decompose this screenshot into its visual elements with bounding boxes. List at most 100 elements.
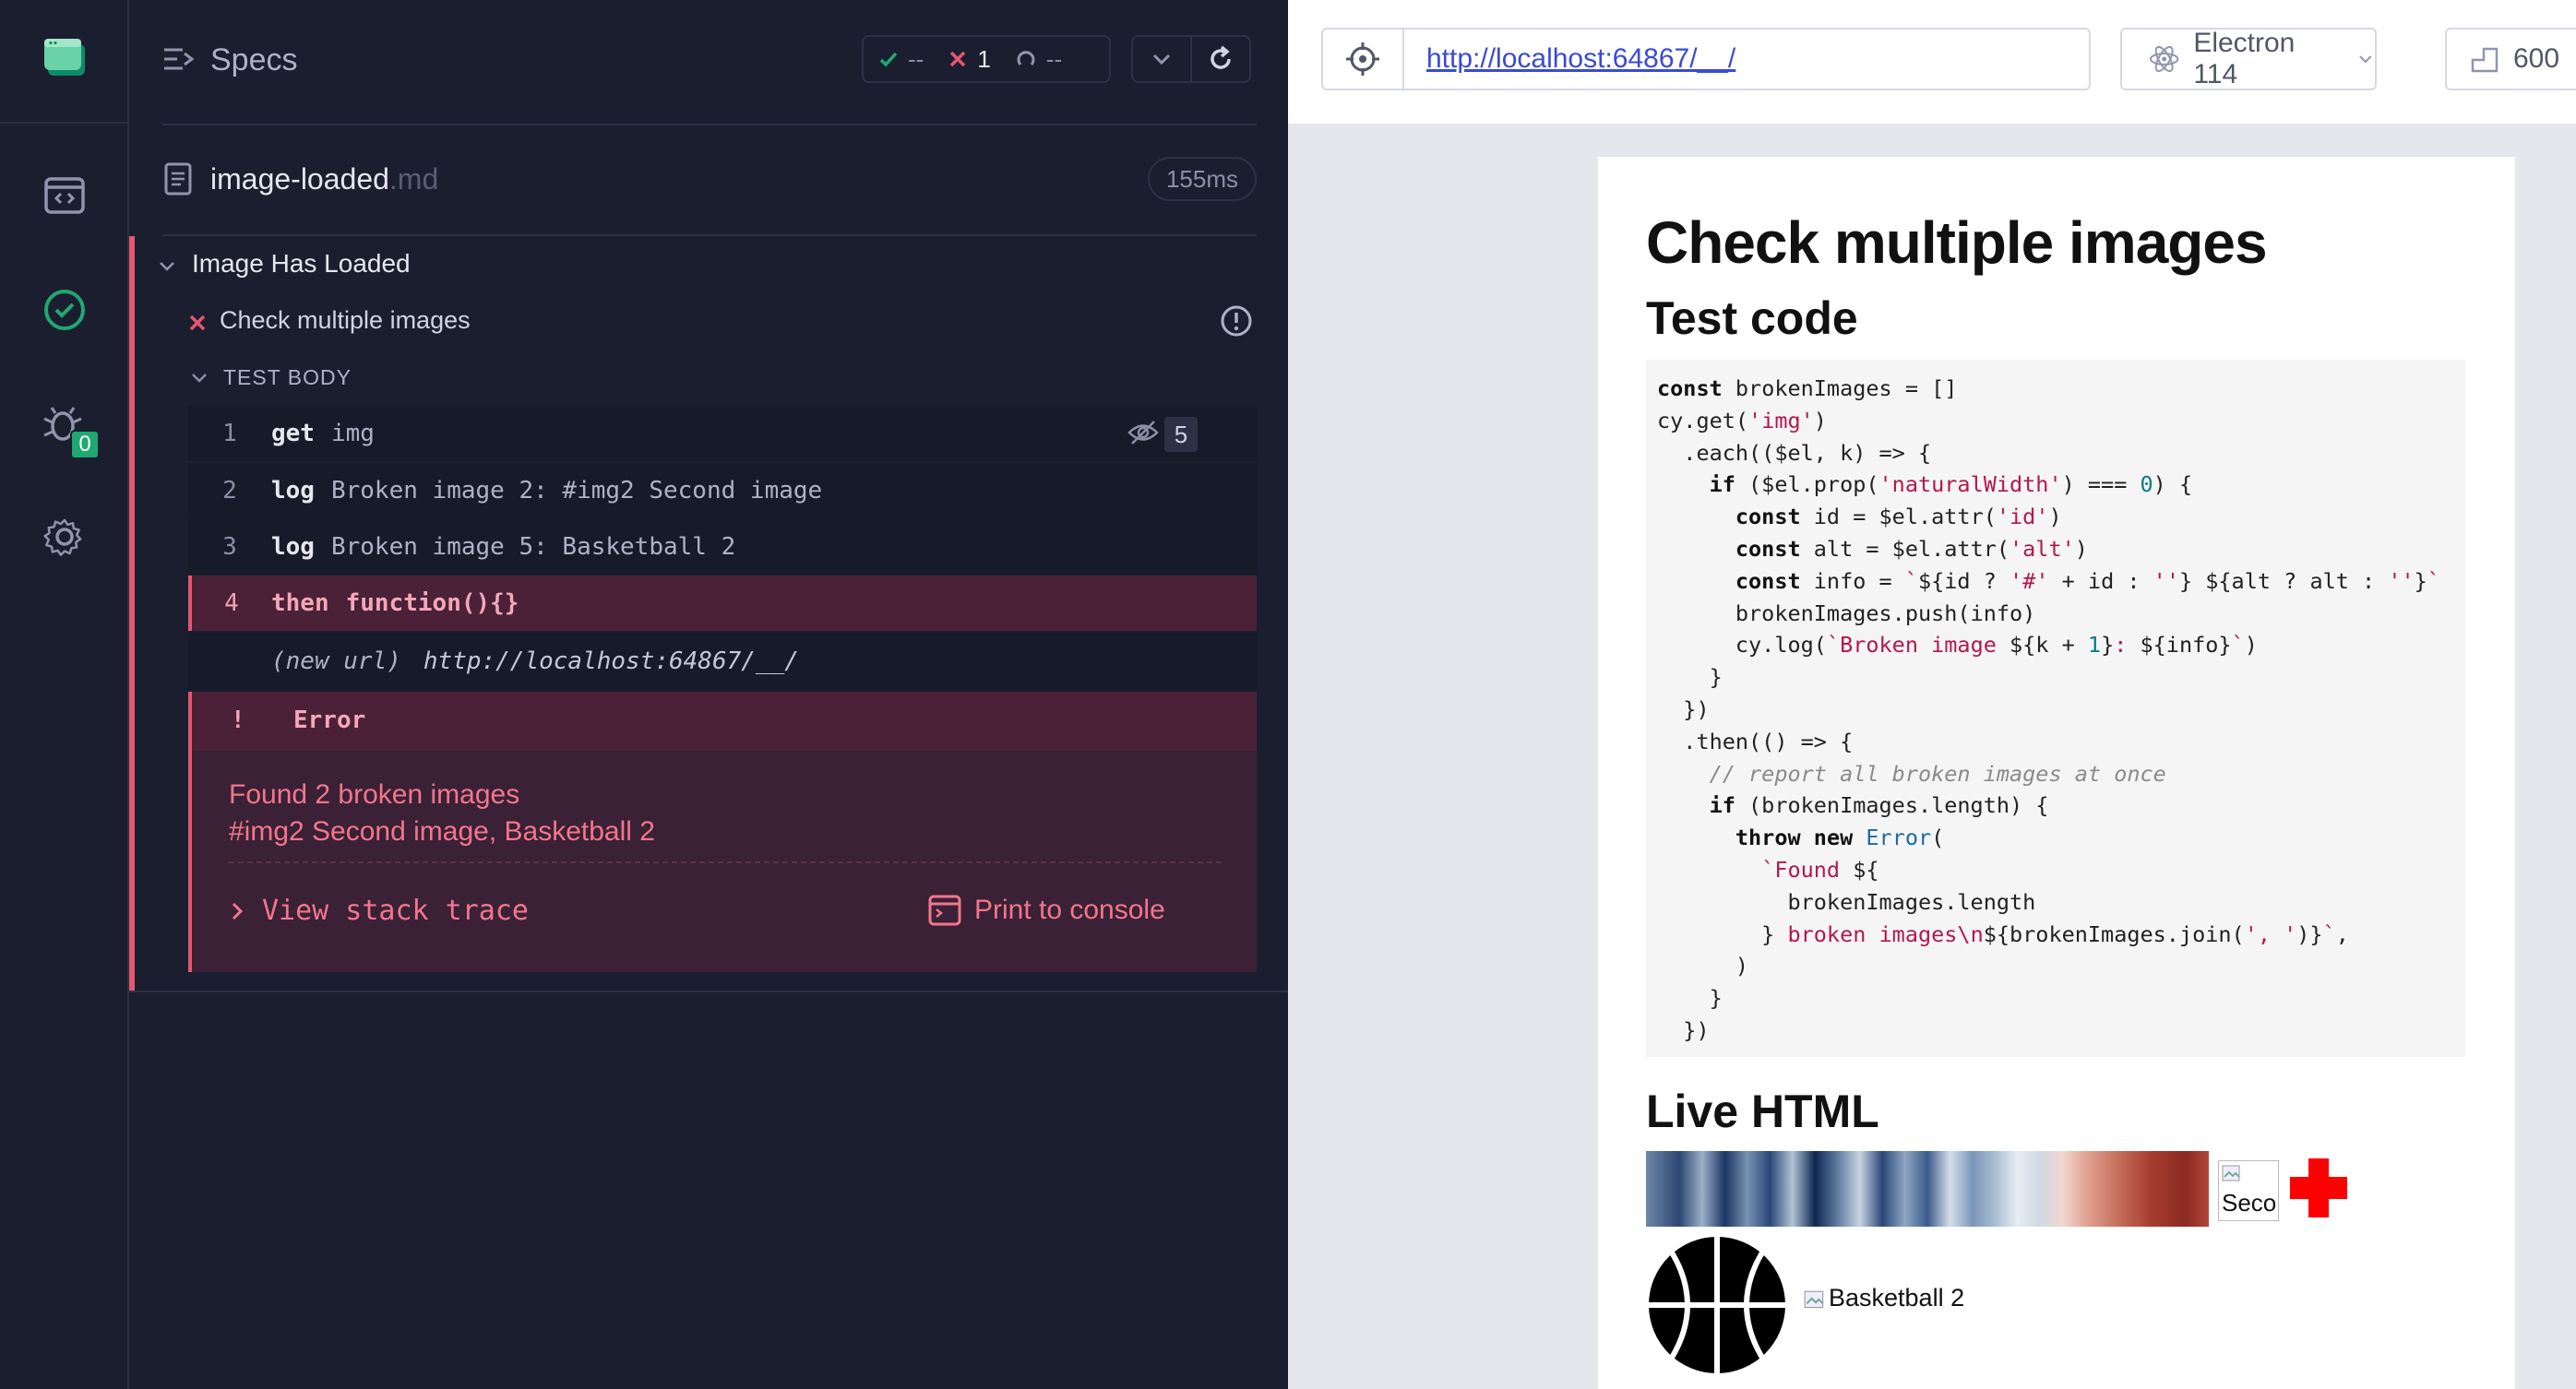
runnables-bottom-border — [129, 991, 1288, 992]
error-alert-icon[interactable] — [1218, 303, 1255, 339]
view-stack-trace-label: View stack trace — [262, 895, 529, 927]
suite-title[interactable]: Image Has Loaded — [192, 249, 411, 279]
chevron-down-icon — [1152, 53, 1171, 65]
pending-spinner-icon — [1017, 51, 1035, 65]
basketball-2-alt: Basketball 2 — [1829, 1284, 1965, 1312]
pending-count: -- — [1045, 44, 1063, 73]
broken-image-icon — [1804, 1290, 1824, 1309]
aut-header: http://localhost:64867/__/ Electron 114 … — [1288, 0, 2576, 124]
test-code-heading: Test code — [1646, 292, 1858, 344]
runnables: Image Has Loaded Check multiple images T… — [129, 236, 1288, 992]
broken-image-placeholder: Seco — [2218, 1160, 2279, 1221]
chevron-right-icon — [232, 902, 244, 920]
spec-duration: 155ms — [1148, 157, 1257, 201]
viewport-info[interactable]: 600 — [2445, 28, 2576, 90]
refresh-icon — [1210, 45, 1231, 69]
specs-title[interactable]: Specs — [210, 42, 298, 78]
gear-icon — [43, 518, 82, 556]
spec-ext: .md — [388, 162, 439, 196]
browser-select[interactable]: Electron 114 — [2120, 28, 2377, 90]
url-bar[interactable]: http://localhost:64867/__/ — [1321, 28, 2091, 90]
error-line-1: Found 2 broken images — [229, 779, 520, 810]
reporter-panel: Specs -- 1 -- image-loaded.md 155ms Imag… — [129, 0, 1288, 1389]
app-under-test: http://localhost:64867/__/ Electron 114 … — [1288, 0, 2576, 1389]
warming-stripes-image — [1646, 1151, 2209, 1227]
failed-count: 1 — [977, 44, 991, 73]
command-number: 3 — [222, 533, 237, 561]
new-url-row[interactable]: (new url) http://localhost:64867/__/ — [188, 633, 1257, 690]
ruler-icon — [2471, 47, 2498, 73]
debug-nav-button[interactable]: 0 — [35, 395, 100, 459]
chevron-down-icon[interactable] — [157, 256, 177, 277]
command-name: get — [271, 420, 315, 447]
command-message: img — [330, 420, 375, 447]
test-body-label[interactable]: TEST BODY — [223, 365, 352, 390]
aut-url[interactable]: http://localhost:64867/__/ — [1426, 43, 1735, 75]
document-icon — [164, 162, 192, 196]
error-title: Error — [293, 706, 366, 734]
passed-stat: -- — [878, 45, 924, 74]
command-message: Broken image 5: Basketball 2 — [330, 533, 736, 561]
command-name: then — [271, 589, 329, 617]
error-header: ! Error — [192, 692, 1257, 751]
command-message: function(){} — [345, 589, 519, 617]
x-icon — [950, 51, 966, 67]
code-block: const brokenImages = [] cy.get('img') .e… — [1646, 360, 2465, 1057]
rerun-button[interactable] — [1190, 35, 1251, 83]
cypress-logo-icon[interactable] — [42, 37, 87, 77]
debug-count-badge: 0 — [70, 430, 100, 459]
spec-name: image-loaded — [210, 162, 389, 196]
collapse-all-button[interactable] — [1131, 35, 1192, 83]
specs-list-icon[interactable] — [162, 44, 196, 76]
command-number: 4 — [224, 589, 239, 617]
basketball-2-broken: Basketball 2 — [1803, 1284, 1964, 1312]
crosshair-icon — [1346, 42, 1379, 76]
print-to-console-label: Print to console — [974, 895, 1165, 925]
command-message: Broken image 2: #img2 Second image — [330, 477, 823, 505]
aut-page: Check multiple images Test code const br… — [1598, 157, 2515, 1389]
new-url-label: (new url) — [271, 647, 401, 675]
stats-bar: -- 1 -- — [862, 35, 1111, 83]
settings-nav-button[interactable] — [35, 507, 94, 566]
error-divider — [229, 861, 1222, 863]
command-row[interactable]: 3 log Broken image 5: Basketball 2 — [188, 519, 1257, 575]
command-name: log — [271, 477, 315, 505]
red-cross-image — [2290, 1158, 2347, 1217]
command-number: 2 — [222, 477, 237, 505]
specs-nav-button[interactable] — [35, 166, 94, 225]
command-row[interactable]: 2 log Broken image 2: #img2 Second image — [188, 463, 1257, 518]
view-stack-trace-button[interactable]: View stack trace — [229, 895, 529, 927]
element-count-badge: 5 — [1164, 417, 1198, 452]
error-message: Found 2 broken images #img2 Second image… — [229, 777, 655, 850]
browser-code-icon — [44, 177, 85, 214]
selector-playground-button[interactable] — [1323, 30, 1404, 89]
viewport-width: 600 — [2513, 43, 2560, 74]
fail-x-icon — [189, 315, 206, 331]
new-url-value: http://localhost:64867/__/ — [423, 647, 799, 675]
command-row[interactable]: 1 get img 5 — [188, 406, 1257, 461]
broken-image-icon — [2222, 1165, 2240, 1181]
basketball-image — [1649, 1237, 1785, 1373]
chevron-down-icon[interactable] — [190, 369, 209, 387]
live-html-heading: Live HTML — [1646, 1086, 1879, 1137]
runs-nav-button[interactable] — [35, 280, 94, 339]
command-row-failed[interactable]: 4 then function(){} — [188, 576, 1257, 631]
check-circle-icon — [44, 290, 85, 330]
check-icon — [879, 52, 898, 67]
error-line-2: #img2 Second image, Basketball 2 — [229, 816, 655, 847]
pending-stat: -- — [1015, 45, 1062, 74]
logo-area — [0, 0, 127, 124]
print-to-console-button[interactable]: Print to console — [928, 895, 1165, 926]
test-title[interactable]: Check multiple images — [220, 306, 471, 335]
error-marker: ! — [231, 706, 245, 734]
command-number: 1 — [222, 420, 237, 447]
electron-icon — [2149, 45, 2179, 73]
failed-stat: 1 — [948, 44, 991, 74]
spec-filename[interactable]: image-loaded.md — [210, 162, 438, 196]
passed-count: -- — [908, 44, 924, 73]
terminal-icon — [928, 895, 961, 926]
chevron-down-icon — [2359, 55, 2372, 64]
eye-slash-icon — [1127, 421, 1159, 445]
failed-indicator — [129, 236, 135, 992]
page-heading: Check multiple images — [1646, 209, 2268, 276]
